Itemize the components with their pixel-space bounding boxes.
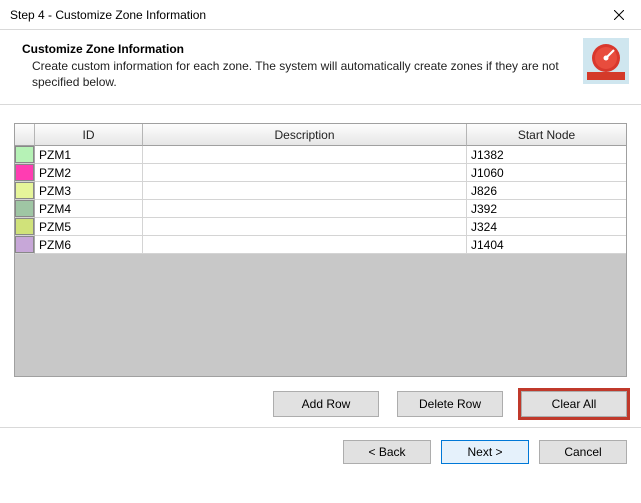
titlebar: Step 4 - Customize Zone Information [0,0,641,30]
clear-all-button[interactable]: Clear All [521,391,627,417]
cell-id[interactable]: PZM3 [35,182,143,200]
cell-description[interactable] [143,236,467,254]
table-row[interactable]: PZM5 J324 [15,218,626,236]
table-row[interactable]: PZM1 J1382 [15,146,626,164]
close-button[interactable] [596,0,641,30]
color-swatch [15,236,34,253]
table-row[interactable]: PZM3 J826 [15,182,626,200]
cell-start-node[interactable]: J826 [467,182,626,200]
table-row[interactable]: PZM2 J1060 [15,164,626,182]
cell-id[interactable]: PZM5 [35,218,143,236]
cell-start-node[interactable]: J1060 [467,164,626,182]
next-button[interactable]: Next > [441,440,529,464]
grid-header-row: ID Description Start Node [15,124,626,146]
col-color-header[interactable] [15,124,35,146]
cell-start-node[interactable]: J1382 [467,146,626,164]
header-title: Customize Zone Information [16,42,575,56]
cell-color[interactable] [15,182,35,200]
color-swatch [15,182,34,199]
grid-body: PZM1 J1382 PZM2 J1060 PZM3 J826 PZM4 J392 PZM5 J3… [15,146,626,254]
cell-description[interactable] [143,164,467,182]
cell-color[interactable] [15,200,35,218]
header-description: Create custom information for each zone.… [16,58,575,90]
color-swatch [15,146,34,163]
cancel-button[interactable]: Cancel [539,440,627,464]
table-row[interactable]: PZM6 J1404 [15,236,626,254]
cell-description[interactable] [143,218,467,236]
cell-id[interactable]: PZM2 [35,164,143,182]
cell-id[interactable]: PZM1 [35,146,143,164]
cell-color[interactable] [15,146,35,164]
col-start-node-header[interactable]: Start Node [467,124,626,146]
zone-gauge-icon [583,38,629,84]
color-swatch [15,164,34,181]
cell-color[interactable] [15,218,35,236]
close-icon [614,10,624,20]
delete-row-button[interactable]: Delete Row [397,391,503,417]
table-row[interactable]: PZM4 J392 [15,200,626,218]
cell-color[interactable] [15,164,35,182]
cell-color[interactable] [15,236,35,254]
header: Customize Zone Information Create custom… [0,30,641,105]
cell-start-node[interactable]: J1404 [467,236,626,254]
cell-id[interactable]: PZM4 [35,200,143,218]
zone-grid[interactable]: ID Description Start Node PZM1 J1382 PZM2 J… [14,123,627,377]
back-button[interactable]: < Back [343,440,431,464]
cell-id[interactable]: PZM6 [35,236,143,254]
wizard-nav: < Back Next > Cancel [0,428,641,476]
cell-start-node[interactable]: J324 [467,218,626,236]
color-swatch [15,200,34,217]
row-action-bar: Add Row Delete Row Clear All [0,377,641,427]
header-text: Customize Zone Information Create custom… [16,38,575,90]
cell-description[interactable] [143,200,467,218]
add-row-button[interactable]: Add Row [273,391,379,417]
window-title: Step 4 - Customize Zone Information [10,8,596,22]
cell-description[interactable] [143,182,467,200]
cell-description[interactable] [143,146,467,164]
dialog-window: Step 4 - Customize Zone Information Cust… [0,0,641,503]
color-swatch [15,218,34,235]
col-id-header[interactable]: ID [35,124,143,146]
col-description-header[interactable]: Description [143,124,467,146]
cell-start-node[interactable]: J392 [467,200,626,218]
